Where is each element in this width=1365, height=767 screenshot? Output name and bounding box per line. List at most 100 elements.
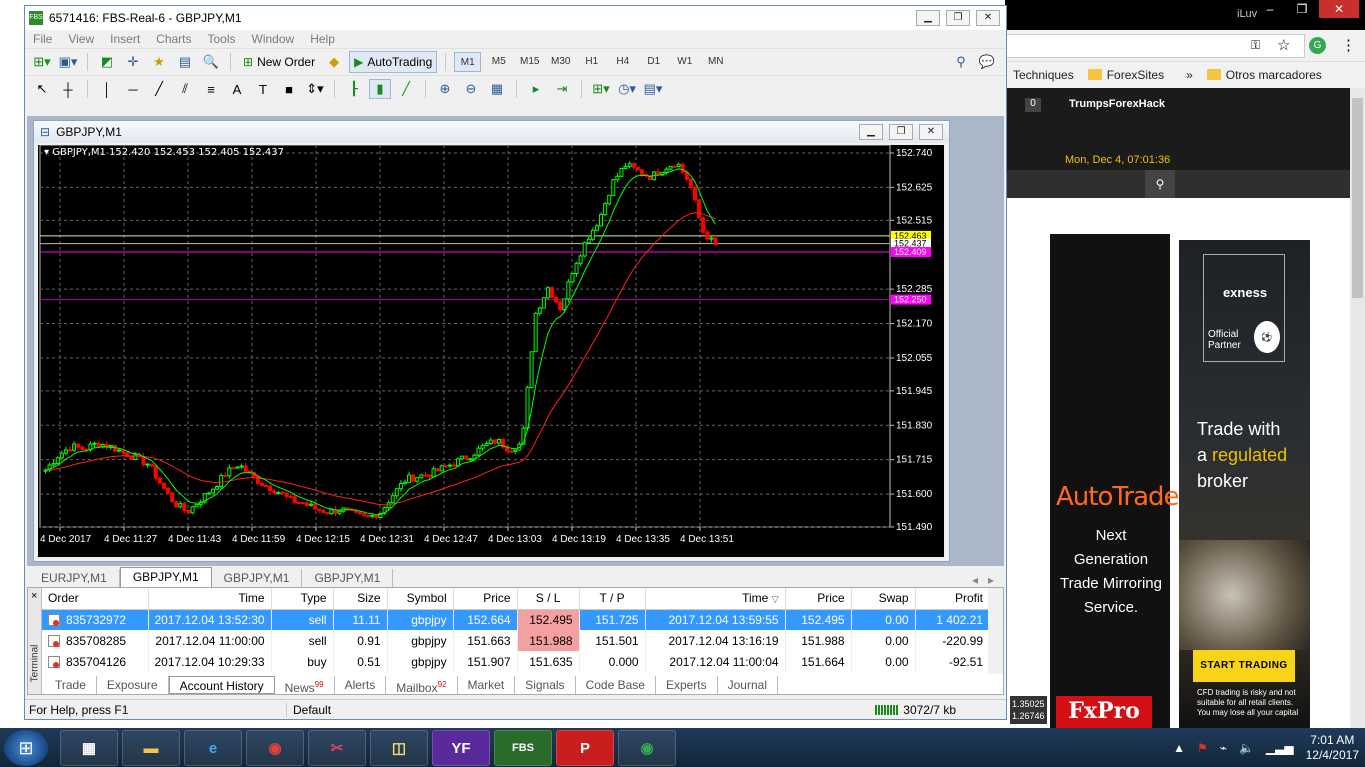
menu-insert[interactable]: Insert [110,32,140,46]
text-label-icon[interactable]: T [252,79,274,99]
chrome-alt-taskbar-icon[interactable]: ◉ [618,730,676,766]
exness-ad[interactable]: exness Official Partner ⚽ Trade with a r… [1179,240,1310,728]
data-window-icon[interactable]: ✛ [122,52,144,72]
bookmarks-overflow[interactable]: » [1186,68,1193,82]
text-icon[interactable]: A [226,79,248,99]
tab-mailbox[interactable]: Mailbox92 [386,676,458,695]
cursor-icon[interactable]: ↖ [31,79,53,99]
new-chart-icon[interactable]: ⊞▾ [31,52,53,72]
vertical-line-icon[interactable]: │ [96,79,118,99]
chart-tab-active[interactable]: GBPJPY,M1 [119,567,212,587]
tab-journal[interactable]: Journal [718,676,778,694]
chart-tab[interactable]: EURJPY,M1 [29,569,120,587]
fxpro-ad[interactable]: AutoTrade Next Generation Trade Mirrorin… [1010,234,1180,728]
tab-alerts[interactable]: Alerts [335,676,387,694]
tab-trade[interactable]: Trade [45,676,97,694]
start-trading-button[interactable]: START TRADING [1193,650,1295,682]
menu-view[interactable]: View [68,32,94,46]
col-profit[interactable]: Profit [915,588,991,610]
bar-chart-icon[interactable]: ┠ [343,79,365,99]
strategy-tester-icon[interactable]: 🔍 [200,52,222,72]
crosshair-icon[interactable]: ┼ [57,79,79,99]
restore-icon[interactable]: ❐ [889,124,913,140]
navigator-icon[interactable]: ★ [148,52,170,72]
tab-signals[interactable]: Signals [515,676,576,694]
bookmark-techniques[interactable]: Techniques [1013,68,1074,82]
restore-icon[interactable]: ❐ [946,10,970,26]
close-icon[interactable]: ✕ [1319,0,1359,18]
zoom-out-icon[interactable]: ⊖ [460,79,482,99]
tab-scroll-arrows[interactable]: ◂ ▸ [972,573,994,587]
indicators-icon[interactable]: ⊞▾ [590,79,612,99]
explorer-taskbar-icon[interactable]: ▬ [122,730,180,766]
clock[interactable]: 7:01 AM 12/4/2017 [1306,733,1359,763]
table-row[interactable]: 835704126 2017.12.04 10:29:33 buy 0.51 g… [42,651,991,672]
tab-account-history[interactable]: Account History [168,676,275,694]
mt4-titlebar[interactable]: FBS 6571416: FBS-Real-6 - GBPJPY,M1 ▁ ❐ … [25,6,1006,30]
timeframe-m15[interactable]: M15 [516,52,543,72]
line-chart-icon[interactable]: ╱ [395,79,417,99]
menu-charts[interactable]: Charts [156,32,191,46]
start-button[interactable]: ⊞ [4,730,48,766]
tab-code-base[interactable]: Code Base [576,676,656,694]
chart-tab[interactable]: GBPJPY,M1 [302,569,394,587]
col-tp[interactable]: T / P [579,588,646,610]
chrome-taskbar-icon[interactable]: ◉ [246,730,304,766]
col-swap[interactable]: Swap [851,588,916,610]
templates-icon[interactable]: ▤▾ [642,79,664,99]
minimize-icon[interactable]: ▁ [916,10,940,26]
autotrading-button[interactable]: ▶ AutoTrading [349,51,438,73]
chat-icon[interactable]: 💬 [976,52,998,72]
minimize-icon[interactable]: ▁ [859,124,883,140]
timeframe-h4[interactable]: H4 [609,52,636,72]
table-row[interactable]: 835708285 2017.12.04 11:00:00 sell 0.91 … [42,630,991,651]
tab-exposure[interactable]: Exposure [97,676,169,694]
menu-help[interactable]: Help [310,32,335,46]
calculator-taskbar-icon[interactable]: ▦ [60,730,118,766]
chart-shift-icon[interactable]: ⇥ [551,79,573,99]
col-close-price[interactable]: Price [785,588,852,610]
timeframe-d1[interactable]: D1 [640,52,667,72]
channel-icon[interactable]: ⫽ [174,79,196,99]
chart-canvas[interactable]: 152.740 152.625 152.515 152.285 152.170 152.0… [38,145,944,557]
timeframe-w1[interactable]: W1 [671,52,698,72]
col-price[interactable]: Price [453,588,518,610]
key-icon[interactable]: ⚿ [1251,38,1260,53]
timeframe-h1[interactable]: H1 [578,52,605,72]
minimize-icon[interactable]: – [1255,0,1285,18]
new-order-button[interactable]: ⊞ New Order [239,51,319,73]
col-size[interactable]: Size [333,588,388,610]
page-scrollbar[interactable] [1350,88,1365,728]
candlestick-icon[interactable]: ▮ [369,79,391,99]
price-chart[interactable]: 152.740 152.625 152.515 152.285 152.170 152.0… [38,145,944,557]
col-time[interactable]: Time [148,588,272,610]
col-close-time[interactable]: Time ▽ [645,588,786,610]
show-hidden-icons[interactable]: ▲ [1173,741,1185,755]
paint-taskbar-icon[interactable]: ✂ [308,730,366,766]
search-icon[interactable]: ⚲ [1145,170,1175,198]
periods-icon[interactable]: ◷▾ [616,79,638,99]
tab-experts[interactable]: Experts [656,676,718,694]
timeframe-m5[interactable]: M5 [485,52,512,72]
bookmark-forexsites[interactable]: ForexSites [1087,68,1164,82]
maximize-icon[interactable]: ❐ [1287,0,1317,18]
timeframe-mn[interactable]: MN [702,52,729,72]
menu-tools[interactable]: Tools [208,32,236,46]
terminal-scrollbar[interactable] [988,588,1003,674]
table-row[interactable]: 835732972 2017.12.04 13:52:30 sell 11.11… [42,609,991,630]
chart-tab[interactable]: GBPJPY,M1 [212,569,303,587]
trendline-icon[interactable]: ╱ [148,79,170,99]
account-icon[interactable]: G [1309,37,1326,54]
status-connection[interactable]: 3072/7 kb [875,703,956,717]
usb-icon[interactable]: ⌁ [1220,741,1227,755]
col-symbol[interactable]: Symbol [387,588,454,610]
horizontal-line-icon[interactable]: ─ [122,79,144,99]
star-icon[interactable]: ☆ [1277,36,1290,54]
close-icon[interactable]: ✕ [976,10,1000,26]
zoom-in-icon[interactable]: ⊕ [434,79,456,99]
menu-window[interactable]: Window [252,32,295,46]
fibonacci-icon[interactable]: ≡ [200,79,222,99]
close-icon[interactable]: × [31,590,37,602]
network-icon[interactable]: ▁▃▅ [1266,741,1294,755]
ie-taskbar-icon[interactable]: e [184,730,242,766]
